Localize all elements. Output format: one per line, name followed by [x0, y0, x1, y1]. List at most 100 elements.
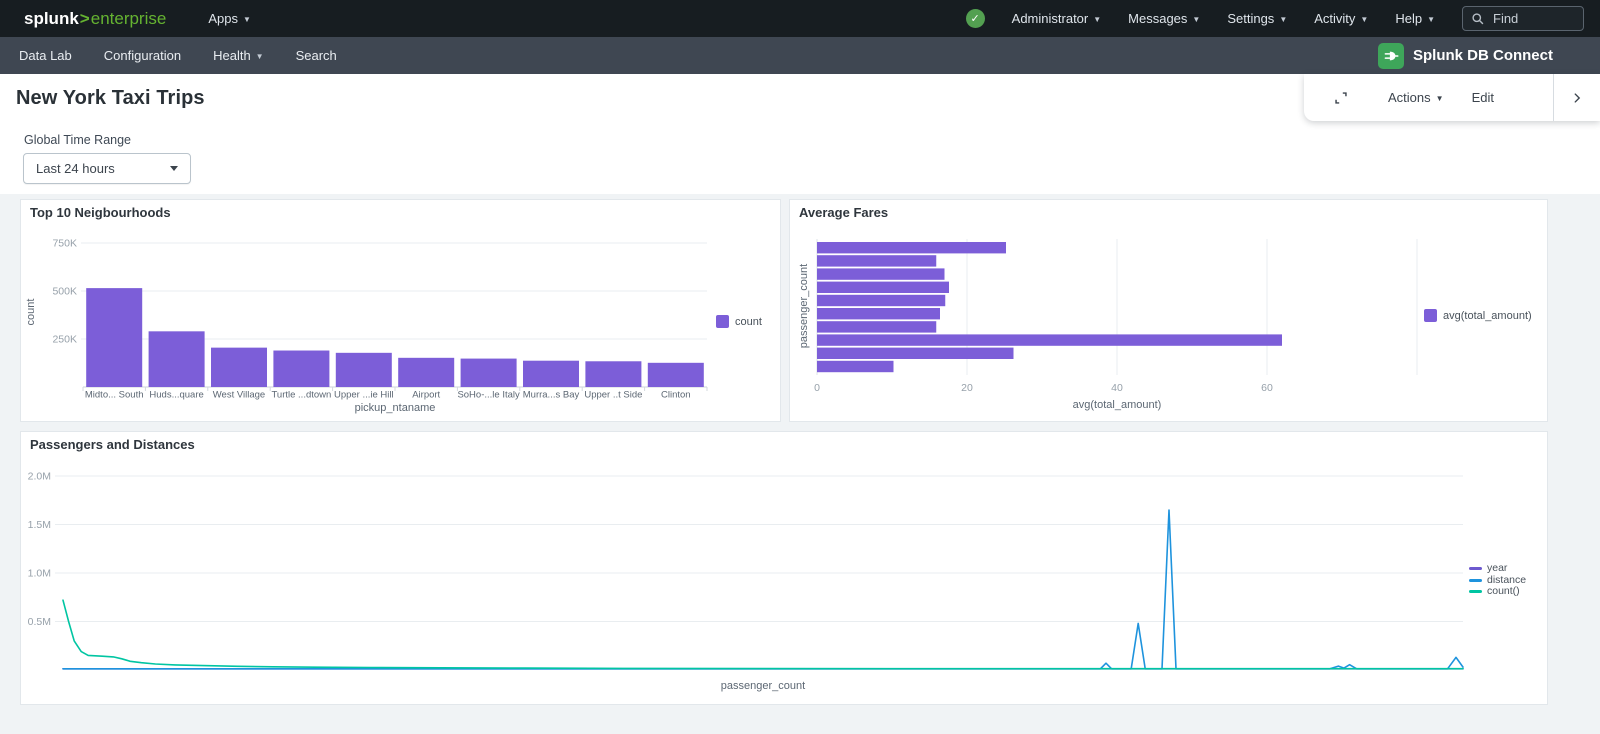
- splunk-logo[interactable]: splunk>enterprise: [24, 9, 166, 29]
- svg-text:20: 20: [961, 382, 973, 394]
- help-menu[interactable]: Help ▼: [1395, 11, 1435, 26]
- svg-text:60: 60: [1261, 382, 1273, 394]
- svg-text:SoHo-...le Italy: SoHo-...le Italy: [457, 390, 520, 401]
- nav-configuration[interactable]: Configuration: [104, 48, 181, 63]
- svg-text:1.0M: 1.0M: [28, 568, 51, 580]
- activity-menu-label: Activity: [1314, 11, 1355, 26]
- time-range-label: Global Time Range: [24, 133, 1600, 147]
- toolbar-next-button[interactable]: [1553, 74, 1600, 121]
- svg-text:passenger_count: passenger_count: [721, 680, 805, 692]
- line-series-count: [63, 600, 1463, 669]
- legend-label: year: [1487, 563, 1507, 575]
- top-nav-right: ✓ Administrator ▼ Messages ▼ Settings ▼ …: [966, 6, 1584, 31]
- legend-swatch: [1469, 590, 1482, 593]
- hbar-2[interactable]: [817, 268, 945, 279]
- panel-title: Average Fares: [799, 205, 888, 220]
- apps-menu[interactable]: Apps ▼: [208, 11, 251, 26]
- hbar-0[interactable]: [817, 242, 1006, 253]
- svg-text:Midto... South: Midto... South: [85, 390, 144, 401]
- svg-text:avg(total_amount): avg(total_amount): [1073, 399, 1162, 411]
- bar-7[interactable]: [523, 361, 579, 387]
- top-nav: splunk>enterprise Apps ▼ ✓ Administrator…: [0, 0, 1600, 37]
- find-search[interactable]: [1462, 6, 1584, 31]
- bar-4[interactable]: [336, 353, 392, 387]
- svg-text:count: count: [25, 299, 37, 326]
- messages-menu[interactable]: Messages ▼: [1128, 11, 1200, 26]
- panel-average-fares: Average Fares 0 20 40 60 avg(total_amount) pa…: [789, 199, 1548, 422]
- bar-1[interactable]: [149, 331, 205, 387]
- svg-text:40: 40: [1111, 382, 1123, 394]
- bar-9[interactable]: [648, 363, 704, 387]
- time-range-dropdown[interactable]: Last 24 hours: [23, 153, 191, 184]
- actions-menu-label: Actions: [1388, 90, 1431, 105]
- settings-menu[interactable]: Settings ▼: [1227, 11, 1287, 26]
- chevron-down-icon: ▼: [1192, 16, 1200, 24]
- hbar-6[interactable]: [817, 321, 936, 332]
- hbar-8[interactable]: [817, 348, 1014, 359]
- hbar-5[interactable]: [817, 308, 940, 319]
- activity-menu[interactable]: Activity ▼: [1314, 11, 1368, 26]
- svg-text:0: 0: [814, 382, 820, 394]
- dashboard-toolbar: Actions ▼ Edit: [1304, 74, 1600, 121]
- passengers-distances-line-chart: 0.5M 1.0M 1.5M 2.0M passenger_count: [21, 432, 1547, 704]
- app-brand[interactable]: Splunk DB Connect: [1378, 43, 1553, 69]
- app-name: Splunk DB Connect: [1413, 47, 1553, 64]
- legend-swatch: [716, 315, 729, 328]
- svg-text:Huds...quare: Huds...quare: [149, 390, 203, 401]
- settings-menu-label: Settings: [1227, 11, 1274, 26]
- bar-8[interactable]: [585, 361, 641, 387]
- legend-swatch: [1469, 579, 1482, 582]
- bar-3[interactable]: [273, 351, 329, 387]
- svg-text:West Village: West Village: [213, 390, 265, 401]
- panel-top10-neighbourhoods: Top 10 Neigbourhoods 250K500K750KMidto..…: [20, 199, 781, 422]
- svg-text:2.0M: 2.0M: [28, 471, 51, 483]
- nav-search[interactable]: Search: [296, 48, 337, 63]
- bar-5[interactable]: [398, 358, 454, 387]
- nav-health[interactable]: Health ▼: [213, 48, 264, 63]
- legend-swatch: [1424, 309, 1437, 322]
- svg-text:Murra...s Bay: Murra...s Bay: [523, 390, 580, 401]
- chevron-down-icon: ▼: [1360, 16, 1368, 24]
- hbar-9[interactable]: [817, 361, 894, 372]
- fullscreen-expand-icon[interactable]: [1332, 89, 1350, 107]
- find-input[interactable]: [1491, 10, 1561, 27]
- svg-text:250K: 250K: [52, 334, 77, 346]
- bar-0[interactable]: [86, 288, 142, 387]
- screen: splunk>enterprise Apps ▼ ✓ Administrator…: [0, 0, 1600, 734]
- svg-text:Turtle ...dtown: Turtle ...dtown: [271, 390, 331, 401]
- bar-2[interactable]: [211, 348, 267, 387]
- nav-data-lab[interactable]: Data Lab: [19, 48, 72, 63]
- svg-text:1.5M: 1.5M: [28, 519, 51, 531]
- svg-text:Upper ..t Side: Upper ..t Side: [584, 390, 642, 401]
- chevron-down-icon: ▼: [1093, 16, 1101, 24]
- legend: year distance count(): [1469, 563, 1526, 598]
- legend-label: avg(total_amount): [1443, 310, 1532, 322]
- svg-text:Airport: Airport: [412, 390, 440, 401]
- health-check-icon[interactable]: ✓: [966, 9, 985, 28]
- svg-text:0.5M: 0.5M: [28, 616, 51, 628]
- hbar-3[interactable]: [817, 282, 949, 293]
- hbar-7[interactable]: [817, 334, 1282, 345]
- bar-6[interactable]: [461, 359, 517, 387]
- hbar-4[interactable]: [817, 295, 945, 306]
- hbar-1[interactable]: [817, 255, 936, 266]
- nav-data-lab-label: Data Lab: [19, 48, 72, 63]
- legend-item-count: count(): [1469, 586, 1526, 598]
- svg-text:750K: 750K: [52, 238, 77, 250]
- line-series-distance: [63, 510, 1463, 669]
- legend-label: count: [735, 316, 762, 328]
- administrator-menu[interactable]: Administrator ▼: [1012, 11, 1102, 26]
- nav-configuration-label: Configuration: [104, 48, 181, 63]
- help-menu-label: Help: [1395, 11, 1422, 26]
- top10-bar-chart: 250K 500K 750K Midto... South Huds...quare We…: [21, 200, 780, 421]
- edit-button[interactable]: Edit: [1472, 90, 1494, 105]
- svg-text:Clinton: Clinton: [661, 390, 691, 401]
- svg-text:pickup_ntaname: pickup_ntaname: [355, 402, 436, 414]
- nav-health-label: Health: [213, 48, 251, 63]
- logo-gt: >: [80, 9, 90, 29]
- chevron-right-icon: [1570, 91, 1584, 105]
- legend: count: [716, 315, 762, 328]
- svg-text:passenger_count: passenger_count: [798, 264, 810, 348]
- svg-text:500K: 500K: [52, 286, 77, 298]
- actions-menu[interactable]: Actions ▼: [1388, 90, 1444, 105]
